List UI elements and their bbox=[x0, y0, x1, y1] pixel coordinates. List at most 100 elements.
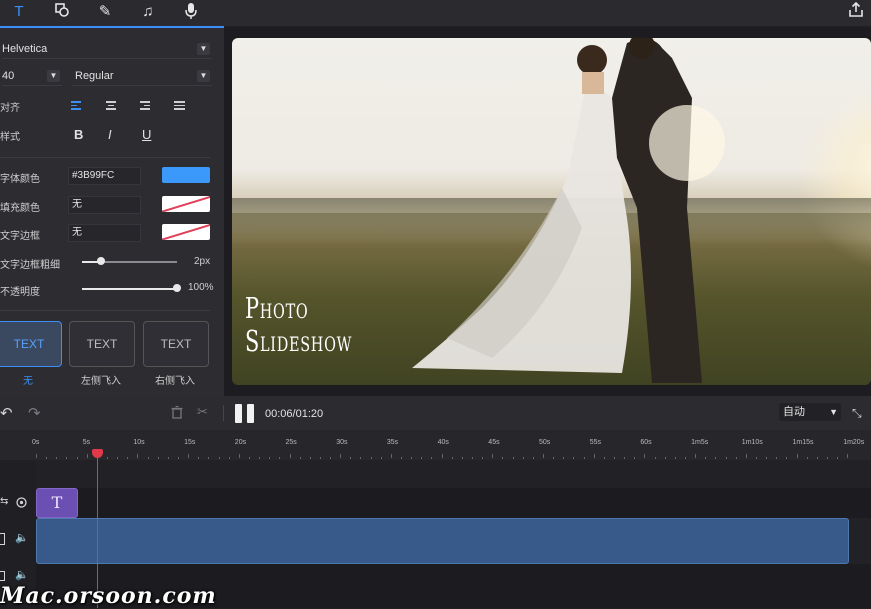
ruler-minor-tick bbox=[816, 457, 818, 459]
font-size-select[interactable]: 40 ▼ bbox=[2, 67, 62, 86]
ruler-minor-tick bbox=[269, 457, 271, 459]
ruler-minor-tick bbox=[177, 457, 179, 459]
align-right-icon[interactable] bbox=[140, 101, 154, 113]
ruler-minor-tick bbox=[309, 457, 311, 459]
video-track-icon bbox=[0, 533, 5, 545]
chevron-down-icon: ▼ bbox=[47, 70, 60, 82]
ruler-tick-label: 20s bbox=[234, 439, 247, 446]
zoom-select[interactable]: 自动 ▼ bbox=[779, 403, 841, 421]
ruler-minor-tick bbox=[563, 457, 565, 459]
align-center-icon[interactable] bbox=[106, 101, 120, 113]
ruler-tick-label: 15s bbox=[184, 439, 196, 446]
ruler-minor-tick bbox=[837, 457, 839, 459]
ruler-minor-tick bbox=[715, 457, 717, 459]
ruler-minor-tick bbox=[76, 457, 78, 459]
ruler-minor-tick bbox=[786, 457, 788, 459]
ruler-tick-mark bbox=[390, 454, 392, 458]
pen-icon[interactable]: ✎ bbox=[94, 2, 116, 22]
ruler-tick-label: 1m5s bbox=[691, 439, 709, 446]
shapes-icon[interactable] bbox=[51, 2, 73, 22]
expand-icon[interactable]: ⤡ bbox=[852, 406, 862, 421]
font-color-swatch[interactable] bbox=[162, 167, 210, 183]
timeline-track-text bbox=[0, 488, 871, 518]
border-color-swatch[interactable] bbox=[162, 224, 210, 240]
animation-fly-left-button[interactable]: TEXT bbox=[69, 321, 135, 367]
ruler-tick-mark bbox=[745, 454, 747, 458]
ruler-tick-mark bbox=[847, 454, 849, 458]
speaker-icon[interactable]: 🔈 bbox=[15, 531, 29, 544]
ruler-minor-tick bbox=[826, 457, 828, 459]
ruler-minor-tick bbox=[198, 457, 200, 459]
text-icon[interactable]: T bbox=[8, 2, 30, 22]
ruler-tick-label: 5s bbox=[82, 439, 91, 446]
ruler-tick-label: 40s bbox=[437, 439, 449, 446]
style-label: 样式 bbox=[0, 132, 20, 143]
ruler-minor-tick bbox=[522, 457, 524, 459]
ruler-minor-tick bbox=[401, 457, 403, 459]
ruler-tick-label: 50s bbox=[539, 439, 551, 446]
scissors-icon[interactable]: ✂ bbox=[197, 404, 208, 420]
ruler-minor-tick bbox=[755, 457, 757, 459]
text-clip[interactable]: T bbox=[36, 488, 78, 518]
ruler-minor-tick bbox=[583, 457, 585, 459]
ruler-tick-label: 35s bbox=[386, 439, 399, 446]
ruler-minor-tick bbox=[603, 457, 605, 459]
ruler-tick-mark bbox=[36, 454, 37, 458]
eye-icon[interactable] bbox=[15, 495, 28, 513]
font-weight-select[interactable]: Regular ▼ bbox=[72, 67, 212, 86]
video-clip[interactable] bbox=[36, 518, 849, 564]
opacity-label: 不透明度 bbox=[0, 287, 40, 298]
ruler-minor-tick bbox=[248, 457, 250, 459]
align-label: 对齐 bbox=[0, 103, 20, 114]
ruler-minor-tick bbox=[380, 457, 382, 459]
ruler-minor-tick bbox=[806, 457, 808, 459]
pause-button[interactable] bbox=[235, 404, 255, 423]
ruler-tick-mark bbox=[492, 454, 494, 458]
border-width-value: 2px bbox=[194, 256, 211, 267]
opacity-slider-handle[interactable] bbox=[173, 284, 181, 292]
ruler-tick-label: 30s bbox=[336, 439, 348, 446]
trash-icon[interactable] bbox=[171, 405, 183, 424]
underline-button[interactable]: U bbox=[142, 127, 151, 142]
ruler-minor-tick bbox=[654, 457, 656, 459]
ruler-tick-mark bbox=[593, 454, 595, 458]
ruler-tick-mark bbox=[644, 454, 646, 458]
ruler-minor-tick bbox=[664, 457, 666, 459]
opacity-slider[interactable] bbox=[82, 288, 177, 290]
animation-fly-right-button[interactable]: TEXT bbox=[143, 321, 209, 367]
border-width-slider-handle[interactable] bbox=[97, 257, 105, 265]
speaker-icon[interactable]: 🔈 bbox=[15, 568, 29, 581]
italic-button[interactable]: I bbox=[108, 127, 112, 142]
ruler-tick-mark bbox=[543, 454, 544, 458]
font-color-field[interactable]: #3B99FC bbox=[68, 167, 141, 185]
preview-title-overlay[interactable]: Photo Slideshow bbox=[245, 291, 351, 358]
ruler-minor-tick bbox=[766, 457, 768, 459]
share-icon[interactable] bbox=[845, 1, 867, 22]
ruler-tick-mark bbox=[86, 454, 88, 458]
ruler-minor-tick bbox=[472, 457, 474, 459]
ruler-tick-label: 45s bbox=[488, 439, 500, 446]
border-label: 文字边框 bbox=[0, 231, 40, 242]
align-justify-icon[interactable] bbox=[174, 101, 188, 113]
fill-color-swatch[interactable] bbox=[162, 196, 210, 212]
timeline-ruler[interactable]: 0s 5s 10s 15s 20s 25s 30s 35s 40s 45s 50s 55s 60s 1m5… bbox=[0, 430, 871, 460]
text-properties-panel: Helvetica ▼ 40 ▼ Regular ▼ 对齐 样式 B I U 字… bbox=[0, 28, 224, 396]
audio-track-icon bbox=[0, 571, 5, 581]
undo-icon[interactable]: ↶ bbox=[0, 404, 14, 422]
font-family-select[interactable]: Helvetica ▼ bbox=[2, 40, 212, 59]
ruler-tick-mark bbox=[188, 454, 190, 458]
zoom-select-value: 自动 bbox=[783, 406, 805, 418]
ruler-minor-tick bbox=[553, 457, 555, 459]
music-icon[interactable]: ♫ bbox=[137, 2, 159, 22]
ruler-minor-tick bbox=[228, 457, 230, 459]
border-color-field[interactable]: 无 bbox=[68, 224, 141, 242]
animation-none-button[interactable]: TEXT bbox=[0, 321, 62, 367]
bold-button[interactable]: B bbox=[74, 127, 83, 142]
fill-color-field[interactable]: 无 bbox=[68, 196, 141, 214]
ruler-minor-tick bbox=[259, 457, 261, 459]
microphone-icon[interactable] bbox=[180, 2, 202, 22]
overlay-line-1: Photo bbox=[245, 291, 309, 325]
redo-icon[interactable]: ↷ bbox=[28, 404, 42, 422]
ruler-minor-tick bbox=[532, 457, 534, 459]
align-left-icon[interactable] bbox=[71, 101, 85, 113]
